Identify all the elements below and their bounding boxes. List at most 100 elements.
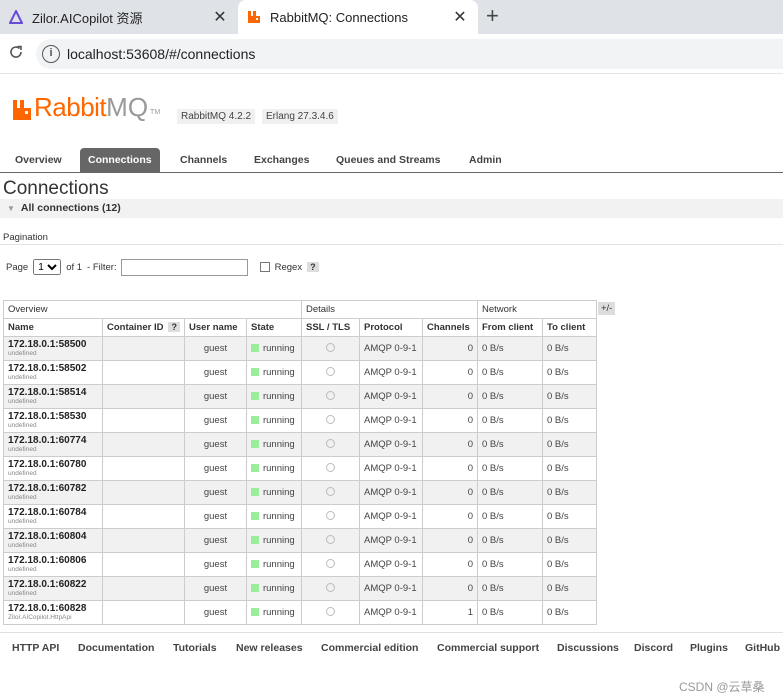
- table-row[interactable]: 172.18.0.1:60782 undefined guest running AMQ…: [3, 480, 597, 505]
- ssl-off-icon: [325, 462, 335, 472]
- col-protocol[interactable]: Protocol: [358, 318, 423, 337]
- footer-link-tutorials[interactable]: Tutorials: [173, 642, 217, 654]
- table-row[interactable]: 172.18.0.1:58500 undefined guest running AMQ…: [3, 336, 597, 361]
- column-toggle-button[interactable]: +/-: [598, 302, 616, 315]
- site-info-icon[interactable]: i: [42, 45, 60, 63]
- cell-name[interactable]: 172.18.0.1:60828 Zilor.AICopilot.HttpApi: [3, 600, 103, 625]
- connection-name-link[interactable]: 172.18.0.1:58514: [8, 387, 98, 398]
- rabbitmq-logo[interactable]: Rabbit MQ TM: [12, 94, 160, 120]
- cell-name[interactable]: 172.18.0.1:60804 undefined: [3, 528, 103, 553]
- connection-name-link[interactable]: 172.18.0.1:60780: [8, 459, 98, 470]
- cell-name[interactable]: 172.18.0.1:58502 undefined: [3, 360, 103, 385]
- cell-name[interactable]: 172.18.0.1:60774 undefined: [3, 432, 103, 457]
- footer-link-documentation[interactable]: Documentation: [78, 642, 154, 654]
- col-name[interactable]: Name: [3, 318, 103, 337]
- connection-name-link[interactable]: 172.18.0.1:60822: [8, 579, 98, 590]
- col-to-client[interactable]: To client: [541, 318, 597, 337]
- footer-links: HTTP API Documentation Tutorials New rel…: [0, 632, 783, 662]
- cell-name[interactable]: 172.18.0.1:58514 undefined: [3, 384, 103, 409]
- reload-icon[interactable]: [6, 44, 26, 64]
- state-label: running: [262, 367, 295, 378]
- cell-name[interactable]: 172.18.0.1:58500 undefined: [3, 336, 103, 361]
- connection-name-link[interactable]: 172.18.0.1:58530: [8, 411, 98, 422]
- address-bar[interactable]: i localhost:53608/#/connections: [36, 39, 783, 69]
- table-row[interactable]: 172.18.0.1:58530 undefined guest running AMQ…: [3, 408, 597, 433]
- connection-name-link[interactable]: 172.18.0.1:60782: [8, 483, 98, 494]
- connection-name-link[interactable]: 172.18.0.1:60774: [8, 435, 98, 446]
- filter-input[interactable]: [120, 258, 248, 276]
- cell-ssl: [300, 600, 360, 625]
- regex-help-button[interactable]: ?: [307, 262, 319, 272]
- tab-overview[interactable]: Overview: [7, 148, 70, 173]
- connection-name-link[interactable]: 172.18.0.1:58500: [8, 339, 98, 350]
- table-row[interactable]: 172.18.0.1:60780 undefined guest running AMQ…: [3, 456, 597, 481]
- rabbitmq-icon: [246, 9, 262, 25]
- connection-name-link[interactable]: 172.18.0.1:60784: [8, 507, 98, 518]
- footer-link-github[interactable]: GitHub: [745, 642, 780, 654]
- cell-ssl: [300, 360, 360, 385]
- footer-link-discord[interactable]: Discord: [634, 642, 673, 654]
- footer-link-discussions[interactable]: Discussions: [557, 642, 619, 654]
- cell-name[interactable]: 172.18.0.1:60806 undefined: [3, 552, 103, 577]
- footer-link-commercial-support[interactable]: Commercial support: [437, 642, 539, 654]
- new-tab-button[interactable]: +: [486, 4, 499, 28]
- footer-link-plugins[interactable]: Plugins: [690, 642, 728, 654]
- pagination-label: Pagination: [3, 232, 48, 243]
- table-row[interactable]: 172.18.0.1:60806 undefined guest running AMQ…: [3, 552, 597, 577]
- container-id-help-button[interactable]: ?: [168, 322, 180, 332]
- table-row[interactable]: 172.18.0.1:58514 undefined guest running AMQ…: [3, 384, 597, 409]
- cell-container-id: [102, 504, 185, 529]
- page-select[interactable]: 1: [33, 259, 62, 275]
- browser-tab-zilor[interactable]: Zilor.AICopilot 资源 ✕: [0, 0, 238, 34]
- tab-close-icon[interactable]: ✕: [210, 7, 230, 27]
- tab-connections[interactable]: Connections: [80, 148, 160, 173]
- tab-close-icon[interactable]: ✕: [450, 7, 470, 27]
- cell-name[interactable]: 172.18.0.1:60782 undefined: [3, 480, 103, 505]
- cell-name[interactable]: 172.18.0.1:60822 undefined: [3, 576, 103, 601]
- col-channels[interactable]: Channels: [421, 318, 478, 337]
- cell-to-client: 0 B/s: [541, 504, 597, 529]
- running-status-icon: [250, 488, 259, 496]
- browser-tab-rabbitmq[interactable]: RabbitMQ: Connections ✕: [238, 0, 478, 34]
- col-user-name[interactable]: User name: [183, 318, 247, 337]
- tab-exchanges[interactable]: Exchanges: [246, 148, 317, 173]
- col-state[interactable]: State: [245, 318, 302, 337]
- footer-link-new-releases[interactable]: New releases: [236, 642, 303, 654]
- footer-link-http-api[interactable]: HTTP API: [12, 642, 59, 654]
- state-label: running: [262, 391, 295, 402]
- regex-checkbox[interactable]: [259, 262, 270, 272]
- col-from-client[interactable]: From client: [476, 318, 543, 337]
- cell-name[interactable]: 172.18.0.1:60780 undefined: [3, 456, 103, 481]
- footer-link-commercial-edition[interactable]: Commercial edition: [321, 642, 418, 654]
- col-ssl-tls[interactable]: SSL / TLS: [300, 318, 360, 337]
- table-row[interactable]: 172.18.0.1:60822 undefined guest running AMQ…: [3, 576, 597, 601]
- cell-container-id: [102, 576, 185, 601]
- state-label: running: [262, 463, 295, 474]
- table-row[interactable]: 172.18.0.1:60804 undefined guest running AMQ…: [3, 528, 597, 553]
- ssl-off-icon: [325, 414, 335, 424]
- ssl-off-icon: [325, 342, 335, 352]
- cell-user: guest: [183, 600, 247, 625]
- col-container-id[interactable]: Container ID?: [102, 318, 185, 337]
- all-connections-toggle[interactable]: ▼ All connections (12): [0, 199, 783, 218]
- table-row[interactable]: 172.18.0.1:58502 undefined guest running AMQ…: [3, 360, 597, 385]
- connection-name-link[interactable]: 172.18.0.1:60806: [8, 555, 98, 566]
- cell-name[interactable]: 172.18.0.1:60784 undefined: [3, 504, 103, 529]
- cell-user: guest: [183, 552, 247, 577]
- table-row[interactable]: 172.18.0.1:60784 undefined guest running AMQ…: [3, 504, 597, 529]
- cell-state: running: [245, 336, 302, 361]
- connection-name-link[interactable]: 172.18.0.1:60804: [8, 531, 98, 542]
- connection-name-link[interactable]: 172.18.0.1:60828: [8, 603, 98, 614]
- tab-queues-and-streams[interactable]: Queues and Streams: [328, 148, 448, 173]
- connection-name-link[interactable]: 172.18.0.1:58502: [8, 363, 98, 374]
- pagination-controls: Page 1 of 1 - Filter: Regex ?: [6, 258, 319, 276]
- tab-admin[interactable]: Admin: [461, 148, 510, 173]
- cell-name[interactable]: 172.18.0.1:58530 undefined: [3, 408, 103, 433]
- table-row[interactable]: 172.18.0.1:60828 Zilor.AICopilot.HttpApi g…: [3, 600, 597, 625]
- tab-channels[interactable]: Channels: [172, 148, 235, 173]
- table-row[interactable]: 172.18.0.1:60774 undefined guest running AMQ…: [3, 432, 597, 457]
- cell-ssl: [300, 480, 360, 505]
- ssl-off-icon: [325, 438, 335, 448]
- cell-channels: 0: [421, 360, 478, 385]
- cell-state: running: [245, 408, 302, 433]
